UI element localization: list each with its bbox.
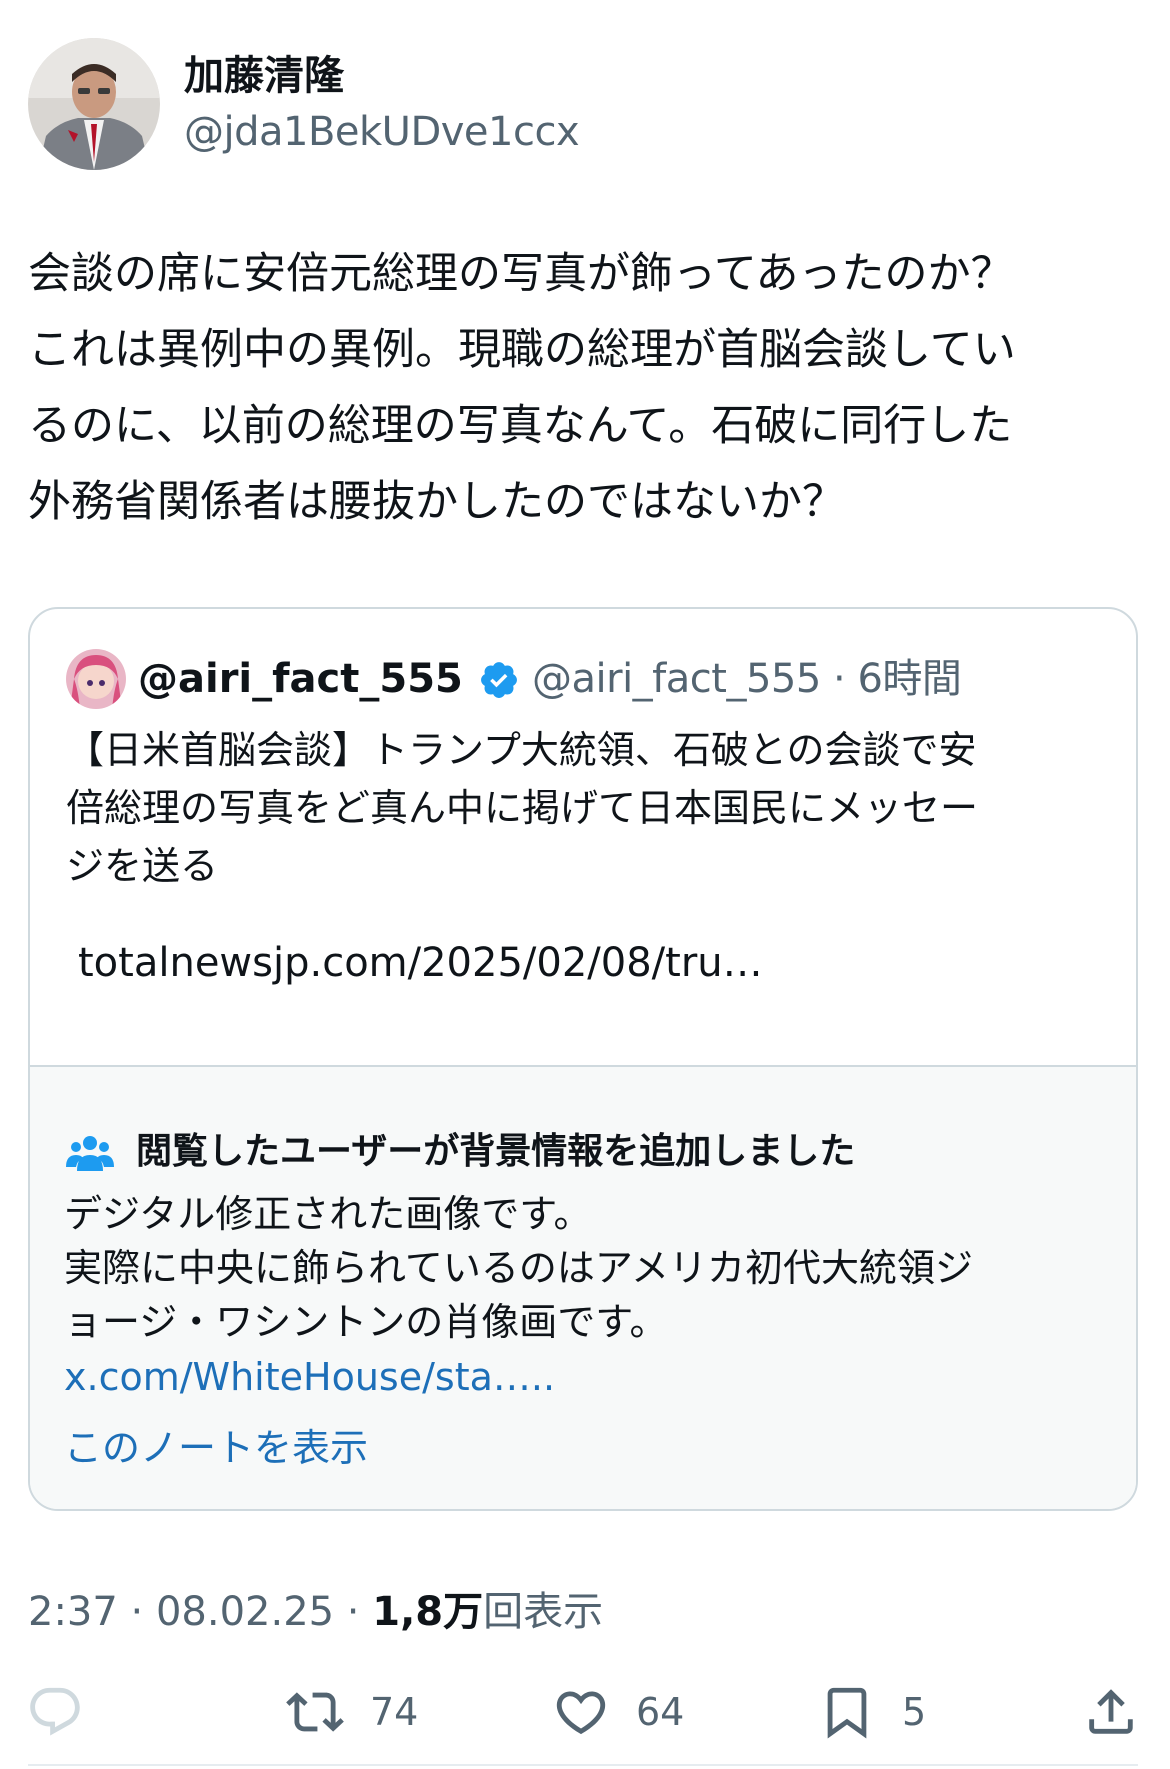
divider (28, 1764, 1138, 1766)
quoted-handle-time: @airi_fact_555 · 6時間 (532, 656, 962, 702)
tweet-meta: 2:37 · 08.02.25 · 1,8万回表示 (28, 1580, 603, 1644)
like-count: 64 (636, 1690, 685, 1734)
community-note-text: デジタル修正された画像です。 実際に中央に飾られているのはアメリカ初代大統領ジ … (64, 1192, 973, 1344)
community-note: 閲覧したユーザーが背景情報を追加しました デジタル修正された画像です。 実際に中… (30, 1067, 1136, 1509)
community-note-heading: 閲覧したユーザーが背景情報を追加しました (136, 1131, 856, 1172)
community-note-link[interactable]: x.com/WhiteHouse/sta….. (64, 1349, 555, 1405)
author-handle[interactable]: @jda1BekUDve1ccx (184, 104, 580, 160)
tweet-text: 会談の席に安倍元総理の写真が飾ってあったのか？ これは異例中の異例。現職の総理が… (28, 249, 1016, 527)
quoted-tweet-card[interactable]: @airi_fact_555 @airi_fact_555 · 6時間 【日米首… (28, 607, 1138, 1511)
author-name[interactable]: 加藤清隆 (184, 48, 344, 104)
quoted-author-avatar[interactable] (66, 649, 126, 709)
share-icon (1089, 1689, 1133, 1734)
bookmark-count: 5 (902, 1690, 927, 1734)
bookmark-button[interactable]: 5 (818, 1680, 926, 1744)
retweet-icon (286, 1692, 344, 1732)
bookmark-icon (827, 1687, 867, 1739)
view-count: 1,8万 (372, 1589, 484, 1635)
view-label: 回表示 (483, 1589, 604, 1635)
like-button[interactable]: 64 (552, 1680, 684, 1744)
reply-button[interactable] (26, 1680, 84, 1744)
quoted-tweet-text: 【日米首脳会談】トランプ大統領、石破との会談で安 倍総理の写真をど真ん中に掲げて… (66, 728, 979, 888)
verified-badge-icon (481, 662, 517, 698)
reply-icon (30, 1687, 80, 1736)
quoted-tweet-link[interactable]: totalnewsjp.com/2025/02/08/tru… (78, 935, 763, 991)
tweet-timestamp[interactable]: 2:37 · 08.02.25 · (28, 1589, 372, 1635)
heart-icon (556, 1691, 606, 1735)
retweet-button[interactable]: 74 (286, 1680, 418, 1744)
people-icon (66, 1136, 114, 1171)
share-button[interactable] (1082, 1680, 1140, 1744)
quoted-author-name[interactable]: @airi_fact_555 (138, 651, 463, 707)
show-note-link[interactable]: このノートを表示 (64, 1419, 368, 1477)
author-avatar[interactable] (28, 38, 160, 170)
retweet-count: 74 (370, 1690, 419, 1734)
